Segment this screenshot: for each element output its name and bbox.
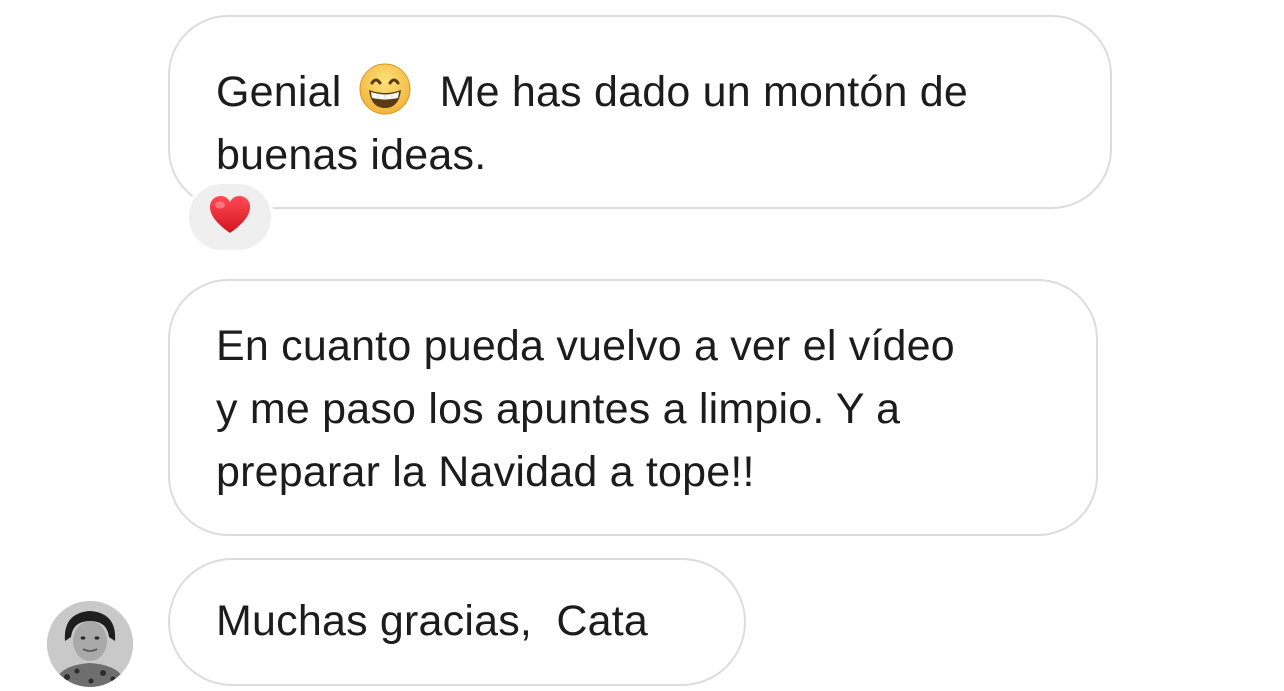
message-2-line-2: y me paso los apuntes a limpio. Y a <box>216 385 901 433</box>
message-bubble-2[interactable]: En cuanto pueda vuelvo a ver el vídeo y … <box>168 279 1098 536</box>
message-1-text-part2: Me has dado un montón de <box>439 68 968 116</box>
message-2-line-3: preparar la Navidad a tope!! <box>216 448 755 496</box>
message-3-text: Muchas gracias, Cata <box>216 597 648 645</box>
message-1-line-2: buenas ideas. <box>216 131 487 179</box>
message-1-line-1: Genial Me has dado un montón de <box>216 61 1064 124</box>
sender-avatar[interactable] <box>47 601 133 687</box>
message-1-text-part1: Genial <box>216 68 342 116</box>
grinning-face-emoji-icon <box>358 62 412 116</box>
message-bubble-1[interactable]: Genial Me has dado un montón de buenas i… <box>168 15 1112 209</box>
message-2-line-1: En cuanto pueda vuelvo a ver el vídeo <box>216 322 955 370</box>
red-heart-icon <box>208 195 252 240</box>
reaction-badge[interactable] <box>186 181 274 253</box>
message-bubble-3[interactable]: Muchas gracias, Cata <box>168 558 746 686</box>
